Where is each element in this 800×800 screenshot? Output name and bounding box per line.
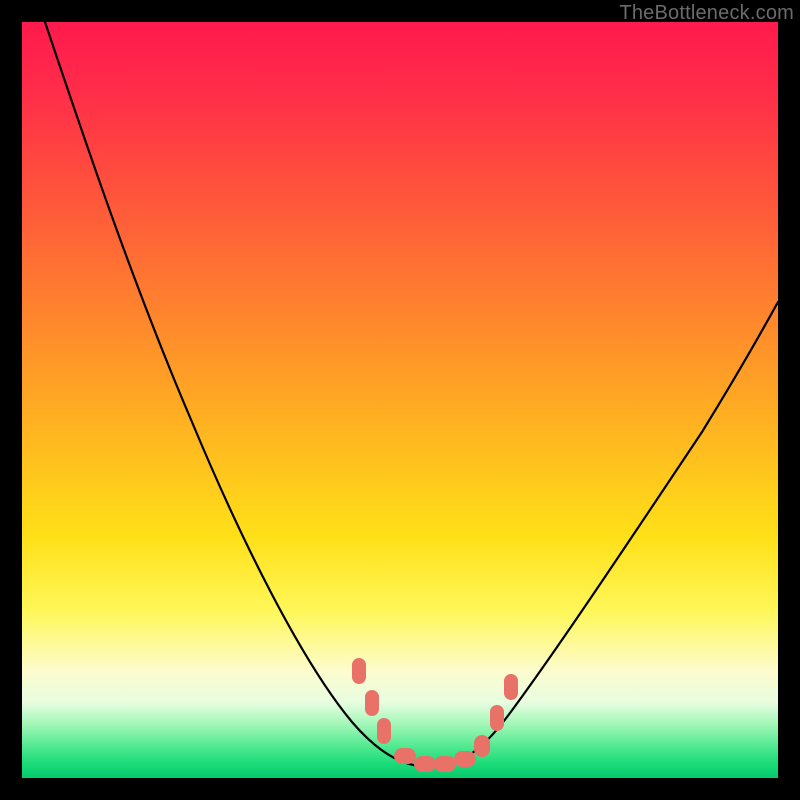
marker-dot [490,705,504,731]
marker-dot [454,751,476,767]
bottleneck-curve [45,22,778,767]
marker-dot [394,748,416,764]
chart-plot-area [22,22,778,778]
marker-dot [414,756,436,772]
watermark-text: TheBottleneck.com [619,2,794,25]
marker-dot [474,735,490,757]
marker-group [352,658,518,772]
marker-dot [434,756,456,772]
marker-dot [504,674,518,700]
marker-dot [365,690,379,716]
chart-svg [22,22,778,778]
marker-dot [352,658,366,684]
marker-dot [377,718,391,744]
